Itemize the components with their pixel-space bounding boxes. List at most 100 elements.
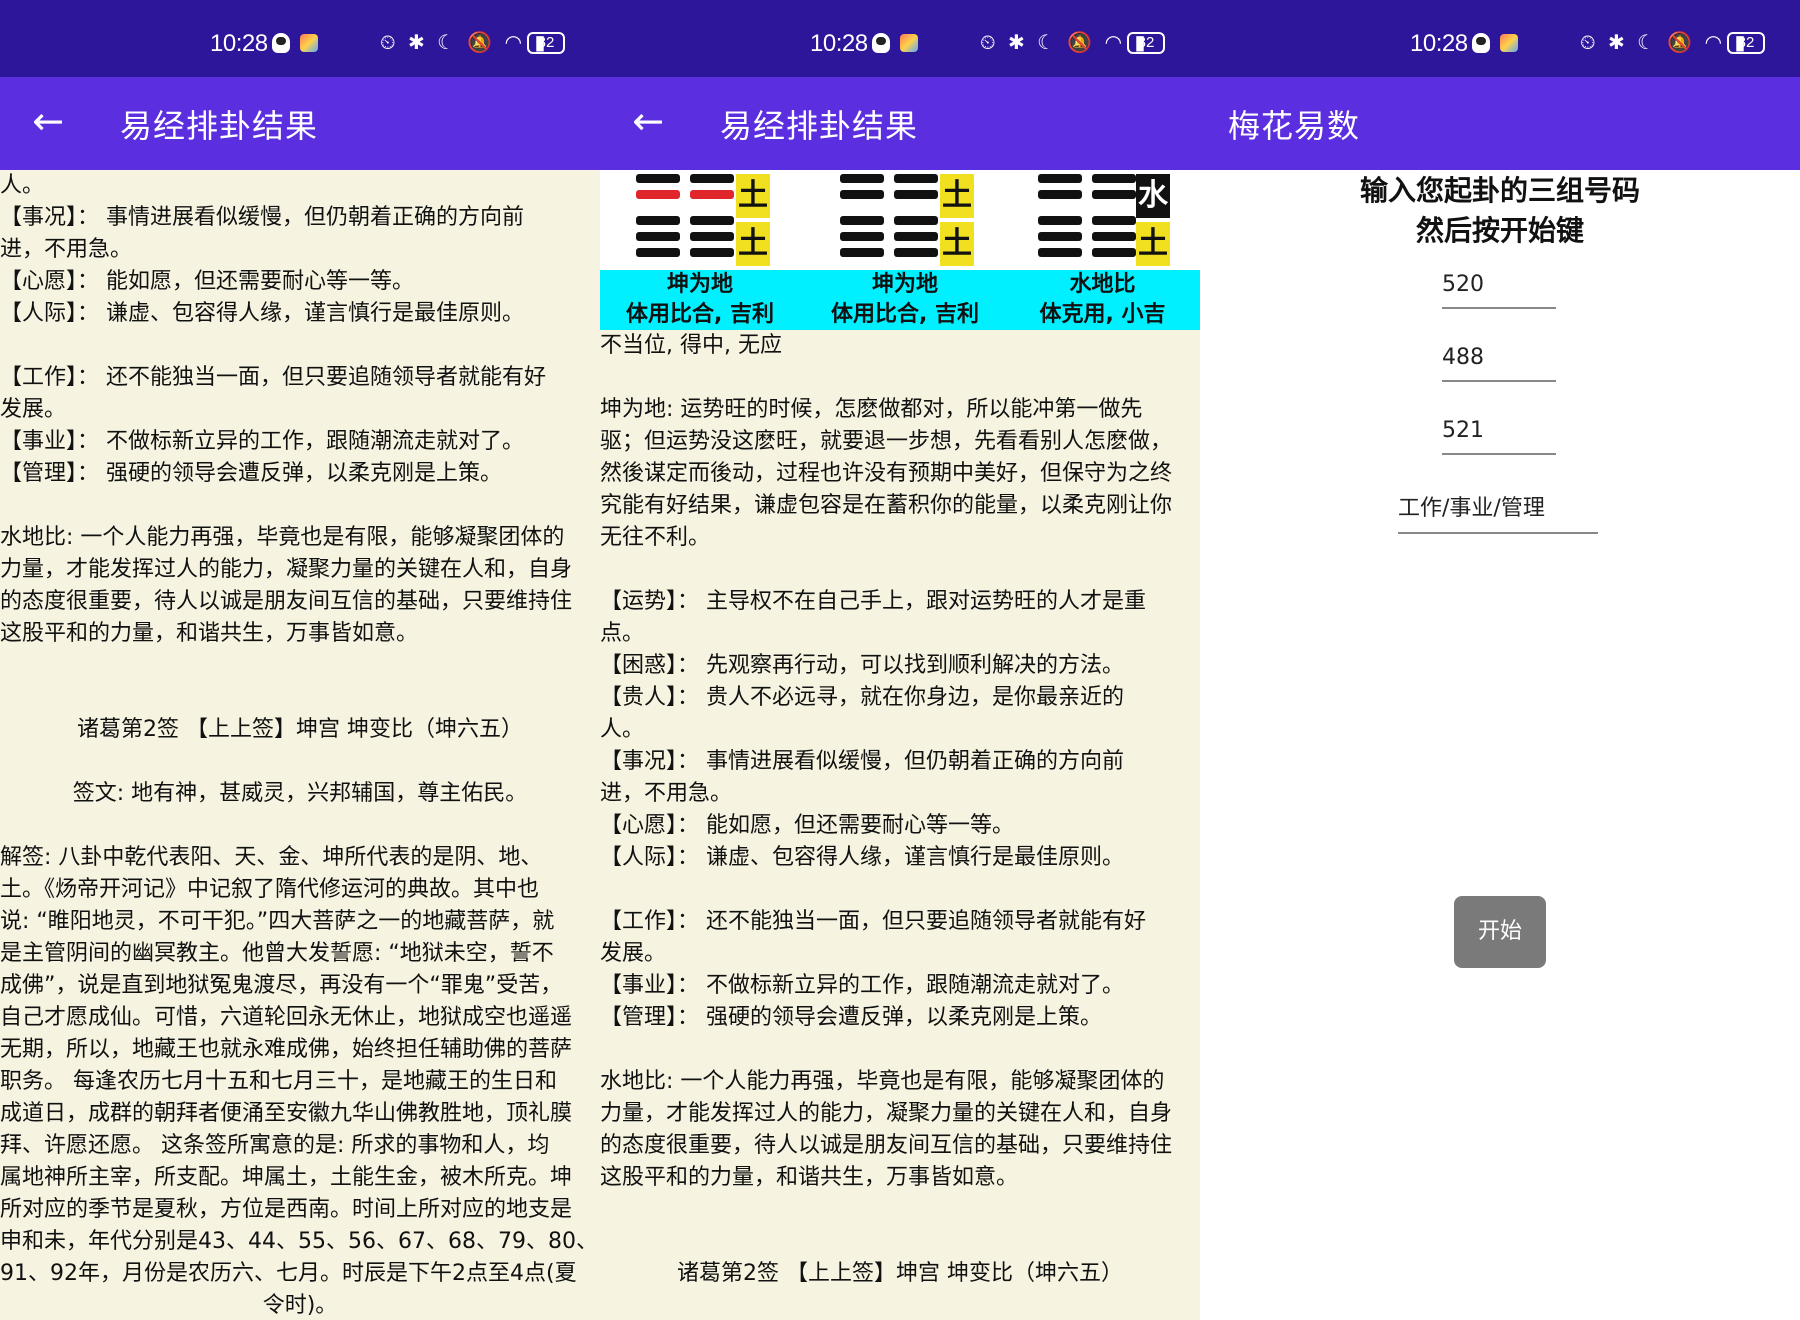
back-arrow-icon[interactable]: ← (626, 99, 670, 143)
text-line: 签文: 地有神，甚威灵，兴邦辅国，尊主佑民。 (72, 781, 528, 806)
number-input-2[interactable]: 488 (1442, 345, 1556, 382)
status-bar: 10:28 ⏲ ✱ ☾ 🔕 ◠ ▮ 32 (1200, 0, 1800, 77)
text-line: 【事况】： 事情进展看似缓慢，但仍朝着正确的方向前 (600, 749, 1124, 774)
hexagram-2-label: 坤为地 体用比合, 吉利 (805, 270, 1005, 330)
text-line: 【困惑】： 先观察再行动，可以找到顺利解决的方法。 (600, 653, 1124, 678)
upper-element-glyph: 水 (1136, 174, 1170, 218)
text-line: 成道日，成群的朝拜者便涌至安徽九华山佛教胜地，顶礼膜 (0, 1101, 573, 1126)
hexagram-3: 水 土 (1038, 170, 1200, 270)
hexagram-1-label: 坤为地 体用比合, 吉利 (600, 270, 800, 330)
text-line: 驱；但运势没这麽旺，就要退一步想，先看看别人怎麽做， (600, 429, 1173, 454)
text-line: 这股平和的力量，和谐共生，万事皆如意。 (600, 1165, 1019, 1190)
text-line: 发展。 (600, 941, 667, 966)
text-line: 解签: 八卦中乾代表阳、天、金、坤所代表的是阴、地、 (0, 845, 543, 870)
text-line: 水地比: 一个人能力再强，毕竟也是有限，能够凝聚团体的 (600, 1069, 1165, 1094)
interpretation-text: 不当位, 得中, 无应 坤为地: 运势旺的时候，怎麽做都对，所以能冲第一做先 驱；… (600, 330, 1200, 1290)
prompt-line-1: 输入您起卦的三组号码 (1359, 174, 1640, 207)
text-line: 人。 (0, 173, 45, 198)
text-line: 自己才愿成仙。可惜，六道轮回永无休止，地狱成空也遥遥 (0, 1005, 573, 1030)
lower-element-glyph: 土 (1136, 222, 1170, 266)
text-line: 的态度很重要，待人以诚是朋友间互信的基础，只要维持住 (600, 1133, 1173, 1158)
text-line: 【工作】： 还不能独当一面，但只要追随领导者就能有好 (600, 909, 1146, 934)
qq-icon (272, 33, 290, 53)
text-line: 成佛”，说是直到地狱冤鬼渡尽，再没有一个“罪鬼”受苦， (0, 973, 563, 998)
text-line: 水地比: 一个人能力再强，毕竟也是有限，能够凝聚团体的 (0, 525, 565, 550)
page-title: 梅花易数 (1228, 107, 1361, 145)
status-time: 10:28 (210, 30, 268, 57)
text-line: 所对应的季节是夏秋，方位是西南。时间上所对应的地支是 (0, 1197, 573, 1222)
page-title: 易经排卦结果 (720, 107, 919, 145)
text-line: 【工作】： 还不能独当一面，但只要追随领导者就能有好 (0, 365, 546, 390)
result-screen-left: 10:28 ⏲ ✱ ☾ 🔕 ◠ ▮ 32 ← 易经排卦结果 人。【事况】： 事情… (0, 0, 600, 1320)
input-screen: 10:28 ⏲ ✱ ☾ 🔕 ◠ ▮ 32 梅花易数 输入您起卦的三组号码 然后按… (1200, 0, 1800, 1320)
text-line: 的态度很重要，待人以诚是朋友间互信的基础，只要维持住 (0, 589, 573, 614)
text-line: 人。 (600, 717, 645, 742)
back-arrow-icon[interactable]: ← (26, 99, 70, 143)
hexagram-3-label: 水地比 体克用, 小吉 (1005, 270, 1200, 330)
text-line: 究能有好结果，谦虚包容是在蓄积你的能量，以柔克刚让你 (600, 493, 1173, 518)
upper-element-glyph: 土 (940, 174, 974, 218)
status-icons: ⏲ ✱ ☾ 🔕 ◠ ▮ (1580, 30, 1749, 54)
text-line: 【管理】： 强硬的领导会遭反弹，以柔克刚是上策。 (600, 1005, 1102, 1030)
app-notification-icon (300, 34, 318, 52)
status-bar: 10:28 ⏲ ✱ ☾ 🔕 ◠ ▮ 32 (0, 0, 600, 77)
text-line: 【心愿】： 能如愿，但还需要耐心等一等。 (0, 269, 414, 294)
status-bar: 10:28 ⏲ ✱ ☾ 🔕 ◠ ▮ 32 (600, 0, 1200, 77)
text-line: 【人际】： 谦虚、包容得人缘，谨言慎行是最佳原则。 (0, 301, 524, 326)
text-line: 91、92年，月份是农历六、七月。时辰是下午2点至4点(夏 (0, 1261, 577, 1286)
status-time: 10:28 (810, 30, 868, 57)
status-icons: ⏲ ✱ ☾ 🔕 ◠ ▮ (380, 30, 549, 54)
hexagram-1: 土 土 (636, 170, 816, 270)
app-bar: ← 易经排卦结果 (600, 77, 1200, 170)
start-button[interactable]: 开始 (1454, 896, 1546, 968)
text-line: 诸葛第2签 【上上签】坤宫 坤变比（坤六五） (677, 1261, 1123, 1286)
text-line: 这股平和的力量，和谐共生，万事皆如意。 (0, 621, 419, 646)
lower-element-glyph: 土 (940, 222, 974, 266)
text-line: 发展。 (0, 397, 67, 422)
text-line: 说: “睢阳地灵，不可干犯。”四大菩萨之一的地藏菩萨，就 (0, 909, 555, 934)
number-input-3[interactable]: 521 (1442, 418, 1556, 455)
app-notification-icon (1500, 34, 1518, 52)
app-notification-icon (900, 34, 918, 52)
text-line: 【管理】： 强硬的领导会遭反弹，以柔克刚是上策。 (0, 461, 502, 486)
hexagram-2: 土 土 (840, 170, 1020, 270)
result-screen-middle: 10:28 ⏲ ✱ ☾ 🔕 ◠ ▮ 32 ← 易经排卦结果 土 土 土 土 水 … (600, 0, 1200, 1320)
text-line: 【人际】： 谦虚、包容得人缘，谨言慎行是最佳原则。 (600, 845, 1124, 870)
text-line: 职务。 每逢农历七月十五和七月三十，是地藏王的生日和 (0, 1069, 557, 1094)
page-title: 易经排卦结果 (120, 107, 319, 145)
upper-element-glyph: 土 (736, 174, 770, 218)
app-bar: 梅花易数 (1200, 77, 1800, 170)
status-time: 10:28 (1410, 30, 1468, 57)
prompt-line-2: 然后按开始键 (1415, 214, 1584, 247)
text-line: 【事业】： 不做标新立异的工作，跟随潮流走就对了。 (0, 429, 524, 454)
text-line: 无期，所以，地藏王也就永难成佛，始终担任辅助佛的菩萨 (0, 1037, 573, 1062)
category-select[interactable]: 工作/事业/管理 (1398, 490, 1598, 534)
battery-icon: 32 (527, 32, 565, 54)
text-line: 土。《炀帝开河记》中记叙了隋代修运河的典故。其中也 (0, 877, 540, 902)
result-text[interactable]: 土 土 土 土 水 土 坤为地 体用比合, 吉利 坤为地 体用比合, 吉利 水地… (600, 170, 1200, 1320)
text-line: 【事业】： 不做标新立异的工作，跟随潮流走就对了。 (600, 973, 1124, 998)
text-line: 【运势】： 主导权不在自己手上，跟对运势旺的人才是重 (600, 589, 1146, 614)
text-line: 令时)。 (262, 1293, 338, 1318)
hexagram-name: 坤为地 (666, 272, 733, 297)
app-bar: ← 易经排卦结果 (0, 77, 600, 170)
result-text[interactable]: 人。 【事况】： 事情进展看似缓慢，但仍朝着正确的方向前 进，不用急。 【心愿】： 能… (0, 170, 600, 1320)
hexagram-name: 坤为地 (871, 272, 938, 297)
number-input-1[interactable]: 520 (1442, 272, 1556, 309)
hexagram-row: 土 土 土 土 水 土 (600, 170, 1200, 270)
text-line: 力量，才能发挥过人的能力，凝聚力量的关键在人和，自身 (600, 1101, 1173, 1126)
text-line: 【事况】： 事情进展看似缓慢，但仍朝着正确的方向前 (0, 205, 524, 230)
battery-icon: 32 (1127, 32, 1165, 54)
text-line: 申和未，年代分别是43、44、55、56、67、68、79、80、 (0, 1229, 598, 1254)
text-line: 点。 (600, 621, 645, 646)
qq-icon (1472, 33, 1490, 53)
